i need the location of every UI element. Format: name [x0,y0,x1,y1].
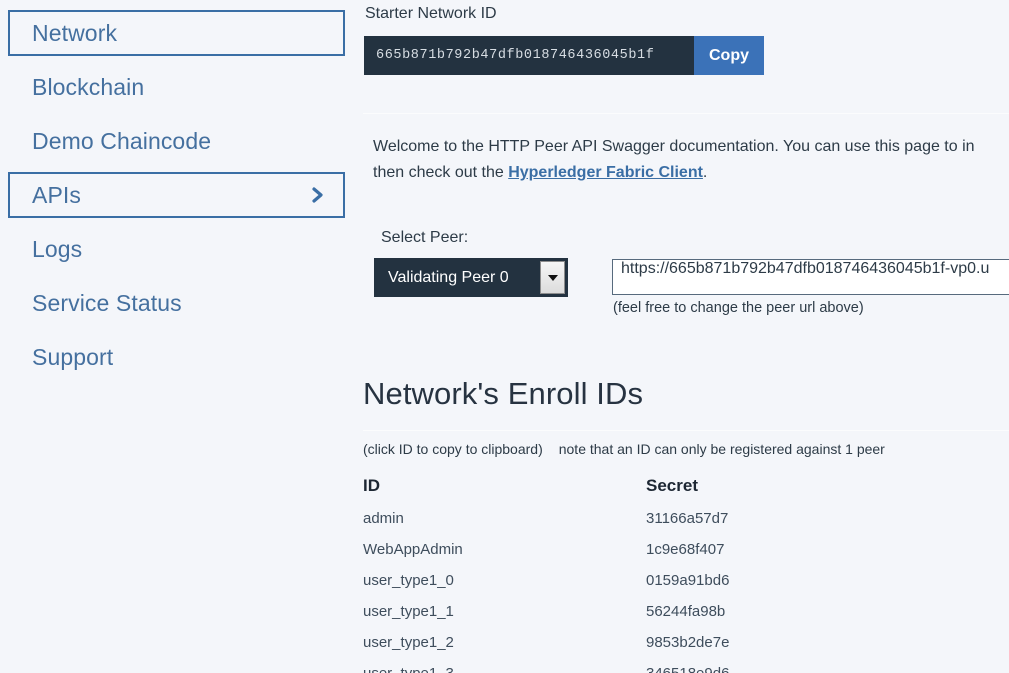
enroll-secret-cell: 56244fa98b [646,603,863,634]
chevron-right-icon [309,185,327,205]
enroll-id-cell[interactable]: user_type1_3 [363,665,646,673]
sidebar-item-demo-chaincode[interactable]: Demo Chaincode [8,118,345,164]
enroll-ids-table: ID Secret admin 31166a57d7 WebAppAdmin 1… [363,476,863,673]
enroll-id-cell[interactable]: WebAppAdmin [363,541,646,572]
enroll-note-left: (click ID to copy to clipboard) [363,441,543,457]
network-id-value[interactable]: 665b871b792b47dfb018746436045b1f [364,36,694,75]
column-header-id: ID [363,476,646,510]
enroll-secret-cell: 0159a91bd6 [646,572,863,603]
enroll-id-cell[interactable]: admin [363,510,646,541]
sidebar-item-label: Network [32,20,117,47]
app-root: Network Blockchain Demo Chaincode APIs L… [0,0,1009,673]
sidebar: Network Blockchain Demo Chaincode APIs L… [0,0,355,673]
enroll-id-cell[interactable]: user_type1_2 [363,634,646,665]
sidebar-item-label: Demo Chaincode [32,128,211,155]
network-id-row: 665b871b792b47dfb018746436045b1f Copy [364,36,764,75]
enroll-secret-cell: 31166a57d7 [646,510,863,541]
network-id-label: Starter Network ID [365,5,497,23]
peer-select[interactable]: Validating Peer 0 [374,258,568,297]
table-row: user_type1_1 56244fa98b [363,603,863,634]
table-head: ID Secret [363,476,863,510]
table-row: user_type1_2 9853b2de7e [363,634,863,665]
page-title: Network's Enroll IDs [363,376,643,412]
sidebar-item-label: Support [32,344,113,371]
enroll-secret-cell: 346518e9d6 [646,665,863,673]
sidebar-item-label: Service Status [32,290,182,317]
enroll-notes: (click ID to copy to clipboard) note that… [363,441,885,457]
column-header-secret: Secret [646,476,863,510]
welcome-text: Welcome to the HTTP Peer API Swagger doc… [373,134,1009,186]
enroll-secret-cell: 1c9e68f407 [646,541,863,572]
sidebar-item-network[interactable]: Network [8,10,345,56]
caret-down-icon [540,261,565,294]
welcome-line-2: then check out the Hyperledger Fabric Cl… [373,160,1009,186]
peer-url-input[interactable]: https://665b871b792b47dfb018746436045b1f… [612,259,1009,295]
sidebar-item-logs[interactable]: Logs [8,226,345,272]
copy-button[interactable]: Copy [694,36,764,75]
peer-url-hint: (feel free to change the peer url above) [613,300,864,316]
sidebar-item-label: Blockchain [32,74,144,101]
hyperledger-fabric-client-link[interactable]: Hyperledger Fabric Client [508,164,703,181]
divider-heading [363,430,1009,431]
select-peer-label: Select Peer: [381,229,468,247]
welcome-line-1: Welcome to the HTTP Peer API Swagger doc… [373,138,975,155]
main-content: Starter Network ID 665b871b792b47dfb0187… [355,0,1009,673]
sidebar-item-support[interactable]: Support [8,334,345,380]
welcome-line-2-suffix: . [703,164,707,181]
table-row: user_type1_3 346518e9d6 [363,665,863,673]
table-body: admin 31166a57d7 WebAppAdmin 1c9e68f407 … [363,510,863,673]
enroll-note-right: note that an ID can only be registered a… [559,441,885,457]
welcome-line-2-prefix: then check out the [373,164,508,181]
sidebar-item-service-status[interactable]: Service Status [8,280,345,326]
enroll-id-cell[interactable]: user_type1_0 [363,572,646,603]
peer-select-value: Validating Peer 0 [374,269,540,287]
table-row: WebAppAdmin 1c9e68f407 [363,541,863,572]
sidebar-item-label: APIs [32,182,81,209]
sidebar-item-label: Logs [32,236,82,263]
sidebar-item-apis[interactable]: APIs [8,172,345,218]
enroll-id-cell[interactable]: user_type1_1 [363,603,646,634]
enroll-secret-cell: 9853b2de7e [646,634,863,665]
sidebar-item-blockchain[interactable]: Blockchain [8,64,345,110]
table-header-row: ID Secret [363,476,863,510]
divider-top [363,113,1009,114]
table-row: admin 31166a57d7 [363,510,863,541]
table-row: user_type1_0 0159a91bd6 [363,572,863,603]
